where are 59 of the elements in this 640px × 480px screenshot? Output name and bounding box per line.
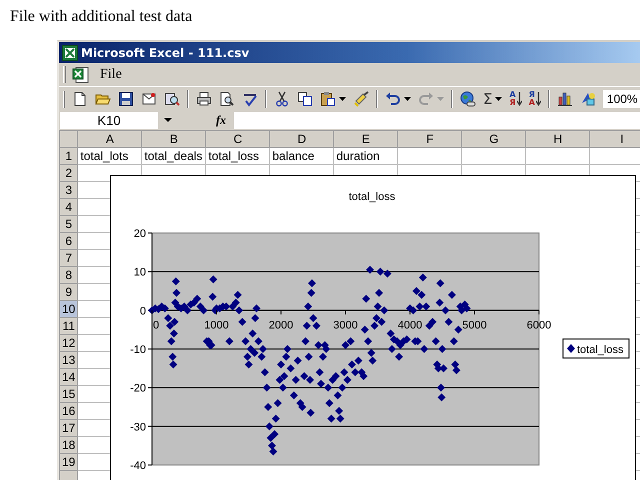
column-header[interactable]: I xyxy=(590,130,640,148)
row-header[interactable]: 7 xyxy=(60,250,78,266)
axis-label: 0 xyxy=(152,319,160,332)
axis-label: 4000 xyxy=(398,319,422,332)
chart-title: total_loss xyxy=(348,191,396,203)
page-heading: File with additional test data xyxy=(9,7,194,27)
sort-ascending-button[interactable]: А Я xyxy=(509,91,522,107)
axis-label: 1000 xyxy=(204,319,229,332)
chart-area[interactable]: total_loss -40 -30 -20 -10 0 10 20 total_loss 0 1000 2000 3000 4000 5000 6000 xyxy=(110,175,636,480)
zoom-field[interactable]: 100% xyxy=(602,90,640,108)
function-button[interactable]: fx xyxy=(216,112,226,128)
row-header[interactable]: 4 xyxy=(60,198,78,216)
axis-label: -20 xyxy=(130,382,146,395)
axis-label: 20 xyxy=(134,228,146,240)
axis-label: 0 xyxy=(140,305,146,318)
row-header[interactable]: 15 xyxy=(60,386,78,402)
name-box[interactable]: K10 xyxy=(60,112,158,128)
sort-descending-button[interactable]: Я А xyxy=(528,91,541,107)
row-header[interactable]: 6 xyxy=(60,232,78,250)
row-header[interactable]: 12 xyxy=(60,334,78,352)
sum-button[interactable]: Σ xyxy=(483,90,492,108)
row-header[interactable]: 5 xyxy=(60,216,78,232)
menu-item[interactable]: File xyxy=(96,66,126,82)
axis-label: -30 xyxy=(130,421,146,434)
window-title: Microsoft Excel - 111.csv xyxy=(81,46,250,60)
axis-label: 10 xyxy=(134,266,146,279)
column-header[interactable]: F xyxy=(398,130,462,148)
row-header[interactable]: 18 xyxy=(60,436,78,454)
row-header[interactable]: 14 xyxy=(60,368,78,386)
axis-label: 5000 xyxy=(462,319,487,332)
row-header[interactable]: 1 xyxy=(60,148,78,164)
row-header[interactable]: 8 xyxy=(60,266,78,284)
column-header[interactable]: G xyxy=(462,130,526,148)
table-cell: total_deals xyxy=(142,148,206,164)
row-header[interactable]: 17 xyxy=(60,420,78,436)
legend-label: total_loss xyxy=(577,344,624,356)
column-header[interactable]: C xyxy=(206,130,270,148)
axis-label: 2000 xyxy=(268,319,294,332)
row-header[interactable]: 16 xyxy=(60,402,78,420)
row-header[interactable]: 2 xyxy=(60,164,78,182)
row-header[interactable]: 13 xyxy=(60,352,78,368)
column-header[interactable]: A xyxy=(78,130,142,148)
row-header[interactable]: 19 xyxy=(60,454,78,470)
axis-label: 3000 xyxy=(333,319,358,332)
row-header[interactable]: 11 xyxy=(60,318,78,334)
row-header[interactable]: 3 xyxy=(60,182,78,198)
column-header[interactable]: E xyxy=(334,130,398,148)
axis-label: -10 xyxy=(130,344,146,356)
column-header[interactable]: D xyxy=(270,130,334,148)
row-header[interactable]: 9 xyxy=(60,284,78,300)
table-cell: duration xyxy=(334,148,398,164)
row-header[interactable]: 10 xyxy=(60,300,78,318)
table-cell: total_lots xyxy=(78,148,142,164)
table-cell: total_loss xyxy=(206,148,270,164)
column-header[interactable]: B xyxy=(142,130,206,148)
table-cell: balance xyxy=(270,148,334,164)
axis-label: 6000 xyxy=(526,319,552,332)
axis-label: -40 xyxy=(130,460,146,472)
column-header[interactable]: H xyxy=(526,130,590,148)
